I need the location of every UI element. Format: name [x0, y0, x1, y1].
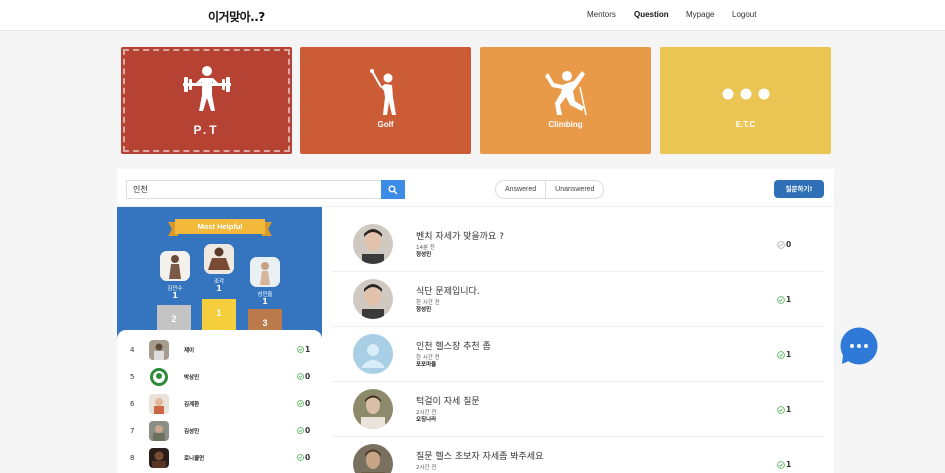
golf-icon: [369, 69, 396, 115]
ellipsis-icon: [722, 88, 769, 100]
check-circle-icon: [297, 400, 304, 407]
podium-count: 1: [262, 297, 268, 306]
list-item[interactable]: 5 박상민 0: [117, 363, 322, 390]
question-author: 포포마을: [416, 362, 437, 368]
chat-bubble-icon[interactable]: [840, 327, 878, 365]
rank-score: 0: [305, 399, 311, 408]
question-author: 오징나라: [416, 417, 437, 423]
category-label: E.T.C: [735, 120, 756, 129]
answer-count: 0: [786, 240, 792, 249]
category-label: P.T: [193, 123, 220, 137]
check-circle-icon: [777, 461, 785, 469]
avatar: [353, 444, 393, 473]
podium-count: 1: [172, 291, 178, 300]
avatar: [149, 394, 169, 414]
check-circle-icon: [297, 346, 304, 353]
question-board: Answered Unanswered 질문하기! Most Helpful 김…: [117, 169, 834, 473]
check-circle-icon: [777, 241, 785, 249]
rank-score: 0: [305, 453, 311, 462]
rank-score: 0: [305, 426, 311, 435]
question-item[interactable]: 턱걸이 자세 질문 2시간 전 오징나라 1: [332, 382, 824, 437]
list-item[interactable]: 8 로니콜먼 0: [117, 444, 322, 471]
question-item[interactable]: 질문 헬스 초보자 자세좀 봐주세요 2시간 전 1: [332, 437, 824, 473]
question-title[interactable]: 벤치 자세가 맞을까요 ?: [416, 229, 504, 242]
filter-unanswered[interactable]: Unanswered: [545, 181, 603, 198]
rank-number: 6: [130, 400, 135, 408]
answer-count: 1: [786, 460, 792, 469]
rank-number: 8: [130, 454, 135, 462]
category-label: Climbing: [548, 120, 583, 129]
weightlifting-icon: [182, 66, 231, 111]
rank-number: 4: [130, 346, 135, 354]
rank-name: 김성민: [184, 429, 200, 435]
list-item[interactable]: 7 김성민 0: [117, 417, 322, 444]
answer-filter: Answered Unanswered: [495, 180, 605, 199]
question-title[interactable]: 인천 헬스장 추천 좀: [416, 339, 491, 352]
answer-count: 1: [786, 350, 792, 359]
question-title[interactable]: 턱걸이 자세 질문: [416, 394, 480, 407]
check-circle-icon: [297, 373, 304, 380]
ask-question-button[interactable]: 질문하기!: [774, 180, 824, 198]
category-card-etc[interactable]: E.T.C: [660, 47, 831, 154]
avatar: [353, 334, 393, 374]
avatar: [149, 340, 169, 360]
rank-score: 0: [305, 372, 311, 381]
question-time: 2시간 전: [416, 465, 437, 471]
question-author: 정성민: [416, 307, 432, 313]
avatar: [149, 448, 169, 468]
check-circle-icon: [297, 427, 304, 434]
nav-mypage[interactable]: Mypage: [686, 10, 714, 19]
check-circle-icon: [777, 296, 785, 304]
nav-mentors[interactable]: Mentors: [587, 10, 616, 19]
list-item[interactable]: 6 김계환 0: [117, 390, 322, 417]
question-title[interactable]: 질문 헬스 초보자 자세좀 봐주세요: [416, 449, 543, 462]
top-navbar: 이거맞아..? Mentors Question Mypage Logout: [0, 0, 945, 31]
climbing-icon: [544, 71, 587, 116]
search-icon: [388, 185, 398, 194]
ranking-list: 4 제이 1 5 박상민 0 6 김계환 0 7 김성민 0 8 로니콜먼 0: [117, 330, 322, 473]
check-circle-icon: [777, 351, 785, 359]
question-item[interactable]: 인천 헬스장 추천 좀 한 시간 전 포포마을 1: [332, 327, 824, 382]
category-card-pt[interactable]: P.T: [121, 47, 292, 154]
answer-count: 1: [786, 405, 792, 414]
rank-number: 7: [130, 427, 135, 435]
most-helpful-sidebar: Most Helpful 김민수 1 조각 1 성민들 1 2 1 3 4 제이: [117, 207, 322, 473]
site-logo[interactable]: 이거맞아..?: [208, 8, 265, 25]
nav-logout[interactable]: Logout: [732, 10, 756, 19]
search-input[interactable]: [126, 180, 382, 199]
check-circle-icon: [777, 406, 785, 414]
category-card-climbing[interactable]: Climbing: [480, 47, 651, 154]
rank-score: 1: [305, 345, 311, 354]
category-label: Golf: [377, 120, 394, 129]
avatar: [149, 421, 169, 441]
search-toolbar: Answered Unanswered 질문하기!: [117, 169, 834, 207]
avatar: [353, 389, 393, 429]
avatar: [353, 224, 393, 264]
avatar[interactable]: [160, 251, 190, 281]
question-title[interactable]: 식단 문제입니다.: [416, 284, 480, 297]
nav-question[interactable]: Question: [634, 10, 669, 19]
most-helpful-title: Most Helpful: [197, 222, 243, 231]
category-card-golf[interactable]: Golf: [300, 47, 471, 154]
avatar[interactable]: [204, 244, 234, 274]
question-item[interactable]: 식단 문제입니다. 한 시간 전 정성민 1: [332, 272, 824, 327]
rank-name: 박상민: [184, 375, 200, 381]
rank-name: 로니콜먼: [184, 456, 205, 462]
search-button[interactable]: [381, 180, 405, 199]
rank-name: 제이: [184, 348, 195, 354]
podium-count: 1: [216, 284, 222, 293]
rank-number: 5: [130, 373, 135, 381]
question-item[interactable]: 벤치 자세가 맞을까요 ? 14분 전 정성민 0: [332, 217, 824, 272]
check-circle-icon: [297, 454, 304, 461]
avatar: [149, 367, 169, 387]
list-item[interactable]: 4 제이 1: [117, 336, 322, 363]
answer-count: 1: [786, 295, 792, 304]
filter-answered[interactable]: Answered: [496, 181, 545, 198]
rank-name: 김계환: [184, 402, 200, 408]
avatar[interactable]: [250, 257, 280, 287]
question-author: 정성민: [416, 252, 432, 258]
avatar: [353, 279, 393, 319]
